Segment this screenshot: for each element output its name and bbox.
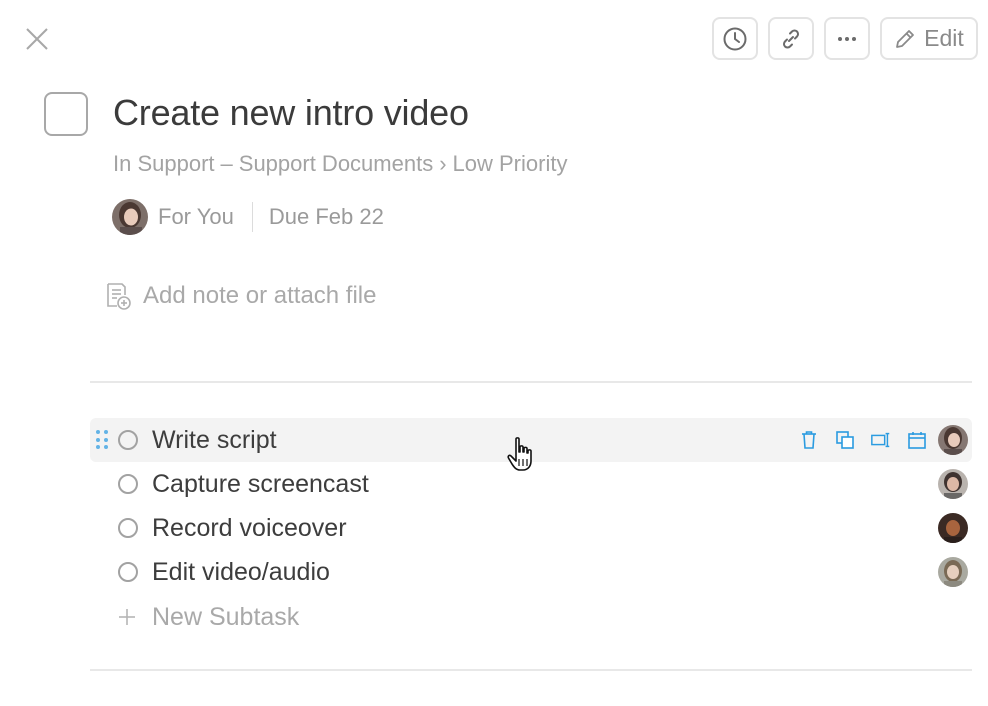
breadcrumb-team[interactable]: In Support <box>113 151 215 177</box>
close-button[interactable] <box>24 26 50 52</box>
breadcrumb: In Support – Support Documents › Low Pri… <box>113 151 567 177</box>
note-input[interactable]: Add note or attach file <box>105 281 376 311</box>
subtask-label[interactable]: Record voiceover <box>152 514 347 543</box>
subtask-list: Write script Capture screencast Record v… <box>90 418 972 640</box>
subtask-assignee-avatar[interactable] <box>938 513 968 543</box>
note-placeholder: Add note or attach file <box>143 282 377 309</box>
subtask-assignee-avatar[interactable] <box>938 425 968 455</box>
due-date[interactable]: Due Feb 22 <box>269 204 384 230</box>
breadcrumb-section[interactable]: Low Priority <box>453 151 568 177</box>
subtask-actions <box>798 429 928 451</box>
calendar-icon[interactable] <box>906 429 928 451</box>
drag-handle-icon[interactable] <box>96 430 110 450</box>
task-toolbar: Edit <box>712 17 978 60</box>
assignee-avatar[interactable] <box>112 199 148 235</box>
subtask-checkbox[interactable] <box>118 518 138 538</box>
subtask-row[interactable]: Record voiceover <box>90 506 972 550</box>
divider <box>90 669 972 671</box>
task-complete-checkbox[interactable] <box>44 92 88 136</box>
edit-button-label: Edit <box>924 25 964 51</box>
more-button[interactable] <box>824 17 870 60</box>
convert-icon[interactable] <box>870 429 892 451</box>
subtask-label[interactable]: Edit video/audio <box>152 558 330 587</box>
breadcrumb-dash: – <box>220 151 233 176</box>
subtask-label[interactable]: Write script <box>152 426 277 455</box>
subtask-row[interactable]: Write script <box>90 418 972 462</box>
copy-link-button[interactable] <box>768 17 814 60</box>
clock-icon <box>723 27 747 50</box>
duplicate-icon[interactable] <box>834 429 856 451</box>
breadcrumb-project[interactable]: Support Documents <box>239 151 433 177</box>
task-meta: For You Due Feb 22 <box>112 199 384 235</box>
subtask-checkbox[interactable] <box>118 430 138 450</box>
history-button[interactable] <box>712 17 758 60</box>
trash-icon[interactable] <box>798 429 820 451</box>
breadcrumb-arrow: › <box>439 151 447 176</box>
subtask-checkbox[interactable] <box>118 562 138 582</box>
assignee-label[interactable]: For You <box>158 204 234 230</box>
ellipsis-icon <box>838 36 856 41</box>
meta-separator <box>251 202 253 232</box>
subtask-label[interactable]: Capture screencast <box>152 470 369 499</box>
subtask-assignee-avatar[interactable] <box>938 557 968 587</box>
close-icon <box>26 28 48 50</box>
new-subtask-label: New Subtask <box>152 602 300 631</box>
new-subtask-button[interactable]: New Subtask <box>90 594 972 640</box>
subtask-row[interactable]: Edit video/audio <box>90 550 972 594</box>
subtask-checkbox[interactable] <box>118 474 138 494</box>
subtask-assignee-avatar[interactable] <box>938 469 968 499</box>
plus-icon <box>119 609 135 625</box>
task-title[interactable]: Create new intro video <box>113 92 469 134</box>
divider <box>90 381 972 383</box>
pencil-icon <box>896 29 915 48</box>
link-icon <box>782 28 800 49</box>
note-attach-icon <box>107 283 131 310</box>
subtask-row[interactable]: Capture screencast <box>90 462 972 506</box>
edit-button[interactable]: Edit <box>880 17 978 60</box>
